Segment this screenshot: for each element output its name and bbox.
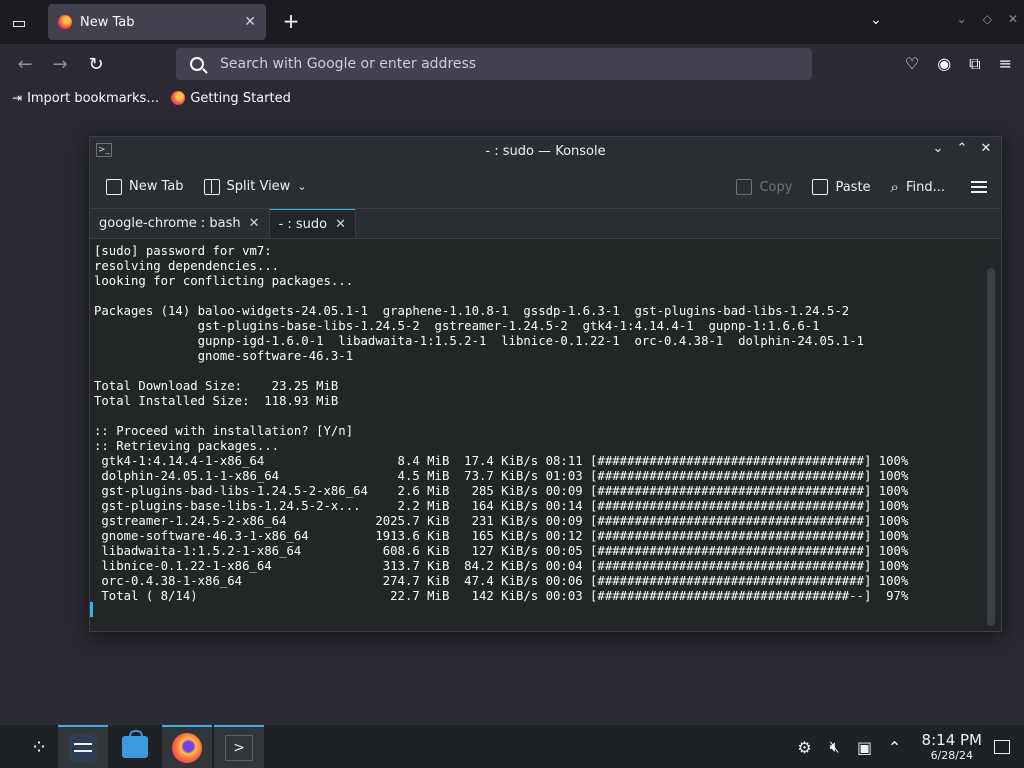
chevron-up-icon[interactable]: ⌃	[886, 738, 904, 757]
browser-tab-title: New Tab	[80, 14, 135, 30]
browser-tab-bar: ▭ New Tab ✕ + ⌄ ⌄ ◇ ✕	[0, 0, 1024, 44]
maximize-icon[interactable]: ⌃	[955, 141, 969, 156]
back-arrow-icon[interactable]: ←	[13, 52, 37, 76]
paste-label: Paste	[835, 179, 871, 195]
copy-icon	[736, 179, 753, 195]
new-tab-button[interactable]: New Tab	[106, 178, 184, 195]
browser-navigation-bar: ← → ↻ ♡ ◉ ⧉ ≡	[0, 44, 1024, 84]
konsole-window: >_ - : sudo — Konsole ⌄ ⌃ ✕ New Tab Spli…	[89, 136, 1002, 632]
pocket-icon[interactable]: ♡	[905, 54, 919, 74]
find-label: Find...	[905, 179, 945, 195]
tab-label: - : sudo	[278, 216, 328, 232]
maximize-icon[interactable]: ◇	[983, 12, 992, 26]
copy-label: Copy	[759, 179, 793, 195]
konsole-app-icon[interactable]: >_	[96, 143, 112, 157]
discover-store-icon	[122, 730, 148, 758]
taskbar-system-settings[interactable]	[58, 725, 108, 768]
paste-icon	[812, 179, 829, 195]
chevron-down-icon: ⌄	[297, 180, 307, 193]
konsole-titlebar[interactable]: >_ - : sudo — Konsole ⌄ ⌃ ✕	[90, 137, 1001, 165]
bookmarks-toolbar: ⇥ Import bookmarks… Getting Started	[0, 84, 1024, 112]
paste-button[interactable]: Paste	[812, 179, 871, 195]
bookmark-import[interactable]: ⇥ Import bookmarks…	[12, 91, 159, 106]
bookmark-getting-started[interactable]: Getting Started	[171, 91, 291, 106]
split-view-button[interactable]: Split View ⌄	[203, 178, 307, 195]
close-tab-icon[interactable]: ✕	[249, 216, 260, 231]
bookmark-label: Getting Started	[190, 90, 291, 106]
taskbar-discover[interactable]	[110, 725, 160, 768]
application-launcher-icon[interactable]: ⁘	[14, 725, 64, 768]
storage-icon[interactable]: ▣	[856, 738, 874, 757]
split-view-label: Split View	[226, 179, 291, 194]
menu-hamburger-icon[interactable]	[971, 181, 987, 193]
new-tab-icon	[106, 178, 122, 195]
bookmark-label: Import bookmarks…	[27, 90, 160, 106]
system-settings-icon	[69, 735, 97, 761]
tab-sudo[interactable]: - : sudo ✕	[269, 208, 357, 238]
close-window-icon[interactable]: ✕	[979, 141, 993, 156]
volume-muted-icon[interactable]: 🔇︎	[826, 737, 844, 757]
konsole-toolbar: New Tab Split View ⌄ Copy Paste ⌕ Find..…	[90, 165, 1001, 209]
menu-hamburger-icon[interactable]: ≡	[999, 54, 1012, 74]
new-tab-label: New Tab	[129, 179, 184, 194]
firefox-icon	[172, 733, 202, 763]
account-icon[interactable]: ◉	[937, 54, 951, 74]
terminal-cursor	[90, 602, 93, 617]
search-icon	[190, 57, 204, 71]
minimize-icon[interactable]: ⌄	[957, 12, 967, 26]
clock-date: 6/28/24	[930, 749, 973, 762]
show-desktop-icon[interactable]	[994, 740, 1010, 754]
close-tab-icon[interactable]: ✕	[244, 14, 256, 30]
reload-icon[interactable]: ↻	[84, 52, 108, 76]
address-bar[interactable]	[176, 48, 812, 80]
taskbar-firefox[interactable]	[162, 725, 212, 768]
browser-toolbar-icons: ♡ ◉ ⧉ ≡	[905, 54, 1012, 74]
taskbar: ⁘ > ⚙ 🔇︎ ▣ ⌃ 8:14 PM 6/28/24	[0, 724, 1024, 768]
browser-tab-new-tab[interactable]: New Tab ✕	[48, 4, 266, 40]
firefox-view-icon[interactable]: ▭	[8, 11, 30, 33]
forward-arrow-icon[interactable]: →	[48, 52, 72, 76]
close-window-icon[interactable]: ✕	[1008, 12, 1018, 26]
tab-google-chrome-bash[interactable]: google-chrome : bash ✕	[90, 208, 270, 238]
window-controls: ⌄ ⌃ ✕	[931, 141, 993, 156]
konsole-tab-bar: google-chrome : bash ✕ - : sudo ✕	[90, 208, 1001, 239]
import-icon: ⇥	[12, 91, 23, 105]
system-tray: ⚙ 🔇︎ ▣ ⌃ 8:14 PM 6/28/24	[796, 725, 1024, 768]
copy-button[interactable]: Copy	[736, 179, 792, 195]
close-tab-icon[interactable]: ✕	[335, 217, 346, 232]
network-icon[interactable]: ⚙	[796, 738, 814, 757]
extensions-icon[interactable]: ⧉	[969, 54, 980, 74]
terminal-scrollbar[interactable]	[987, 268, 995, 626]
minimize-icon[interactable]: ⌄	[931, 141, 945, 156]
browser-window-controls: ⌄ ◇ ✕	[957, 12, 1018, 26]
terminal-text: [sudo] password for vm7: resolving depen…	[94, 244, 909, 603]
konsole-icon: >	[225, 735, 253, 761]
find-button[interactable]: ⌕ Find...	[891, 178, 945, 196]
firefox-favicon-icon	[171, 91, 186, 105]
split-view-icon	[203, 178, 220, 195]
tab-label: google-chrome : bash	[99, 215, 241, 231]
firefox-favicon-icon	[58, 15, 72, 29]
url-input[interactable]	[220, 56, 780, 72]
new-tab-button[interactable]: +	[280, 10, 302, 32]
list-all-tabs-icon[interactable]: ⌄	[870, 12, 882, 28]
clock-time: 8:14 PM	[921, 731, 982, 749]
terminal-output[interactable]: [sudo] password for vm7: resolving depen…	[90, 240, 1001, 631]
clock[interactable]: 8:14 PM 6/28/24	[921, 731, 982, 763]
window-title: - : sudo — Konsole	[485, 143, 606, 159]
taskbar-konsole[interactable]: >	[214, 725, 264, 768]
search-icon: ⌕	[890, 178, 899, 196]
